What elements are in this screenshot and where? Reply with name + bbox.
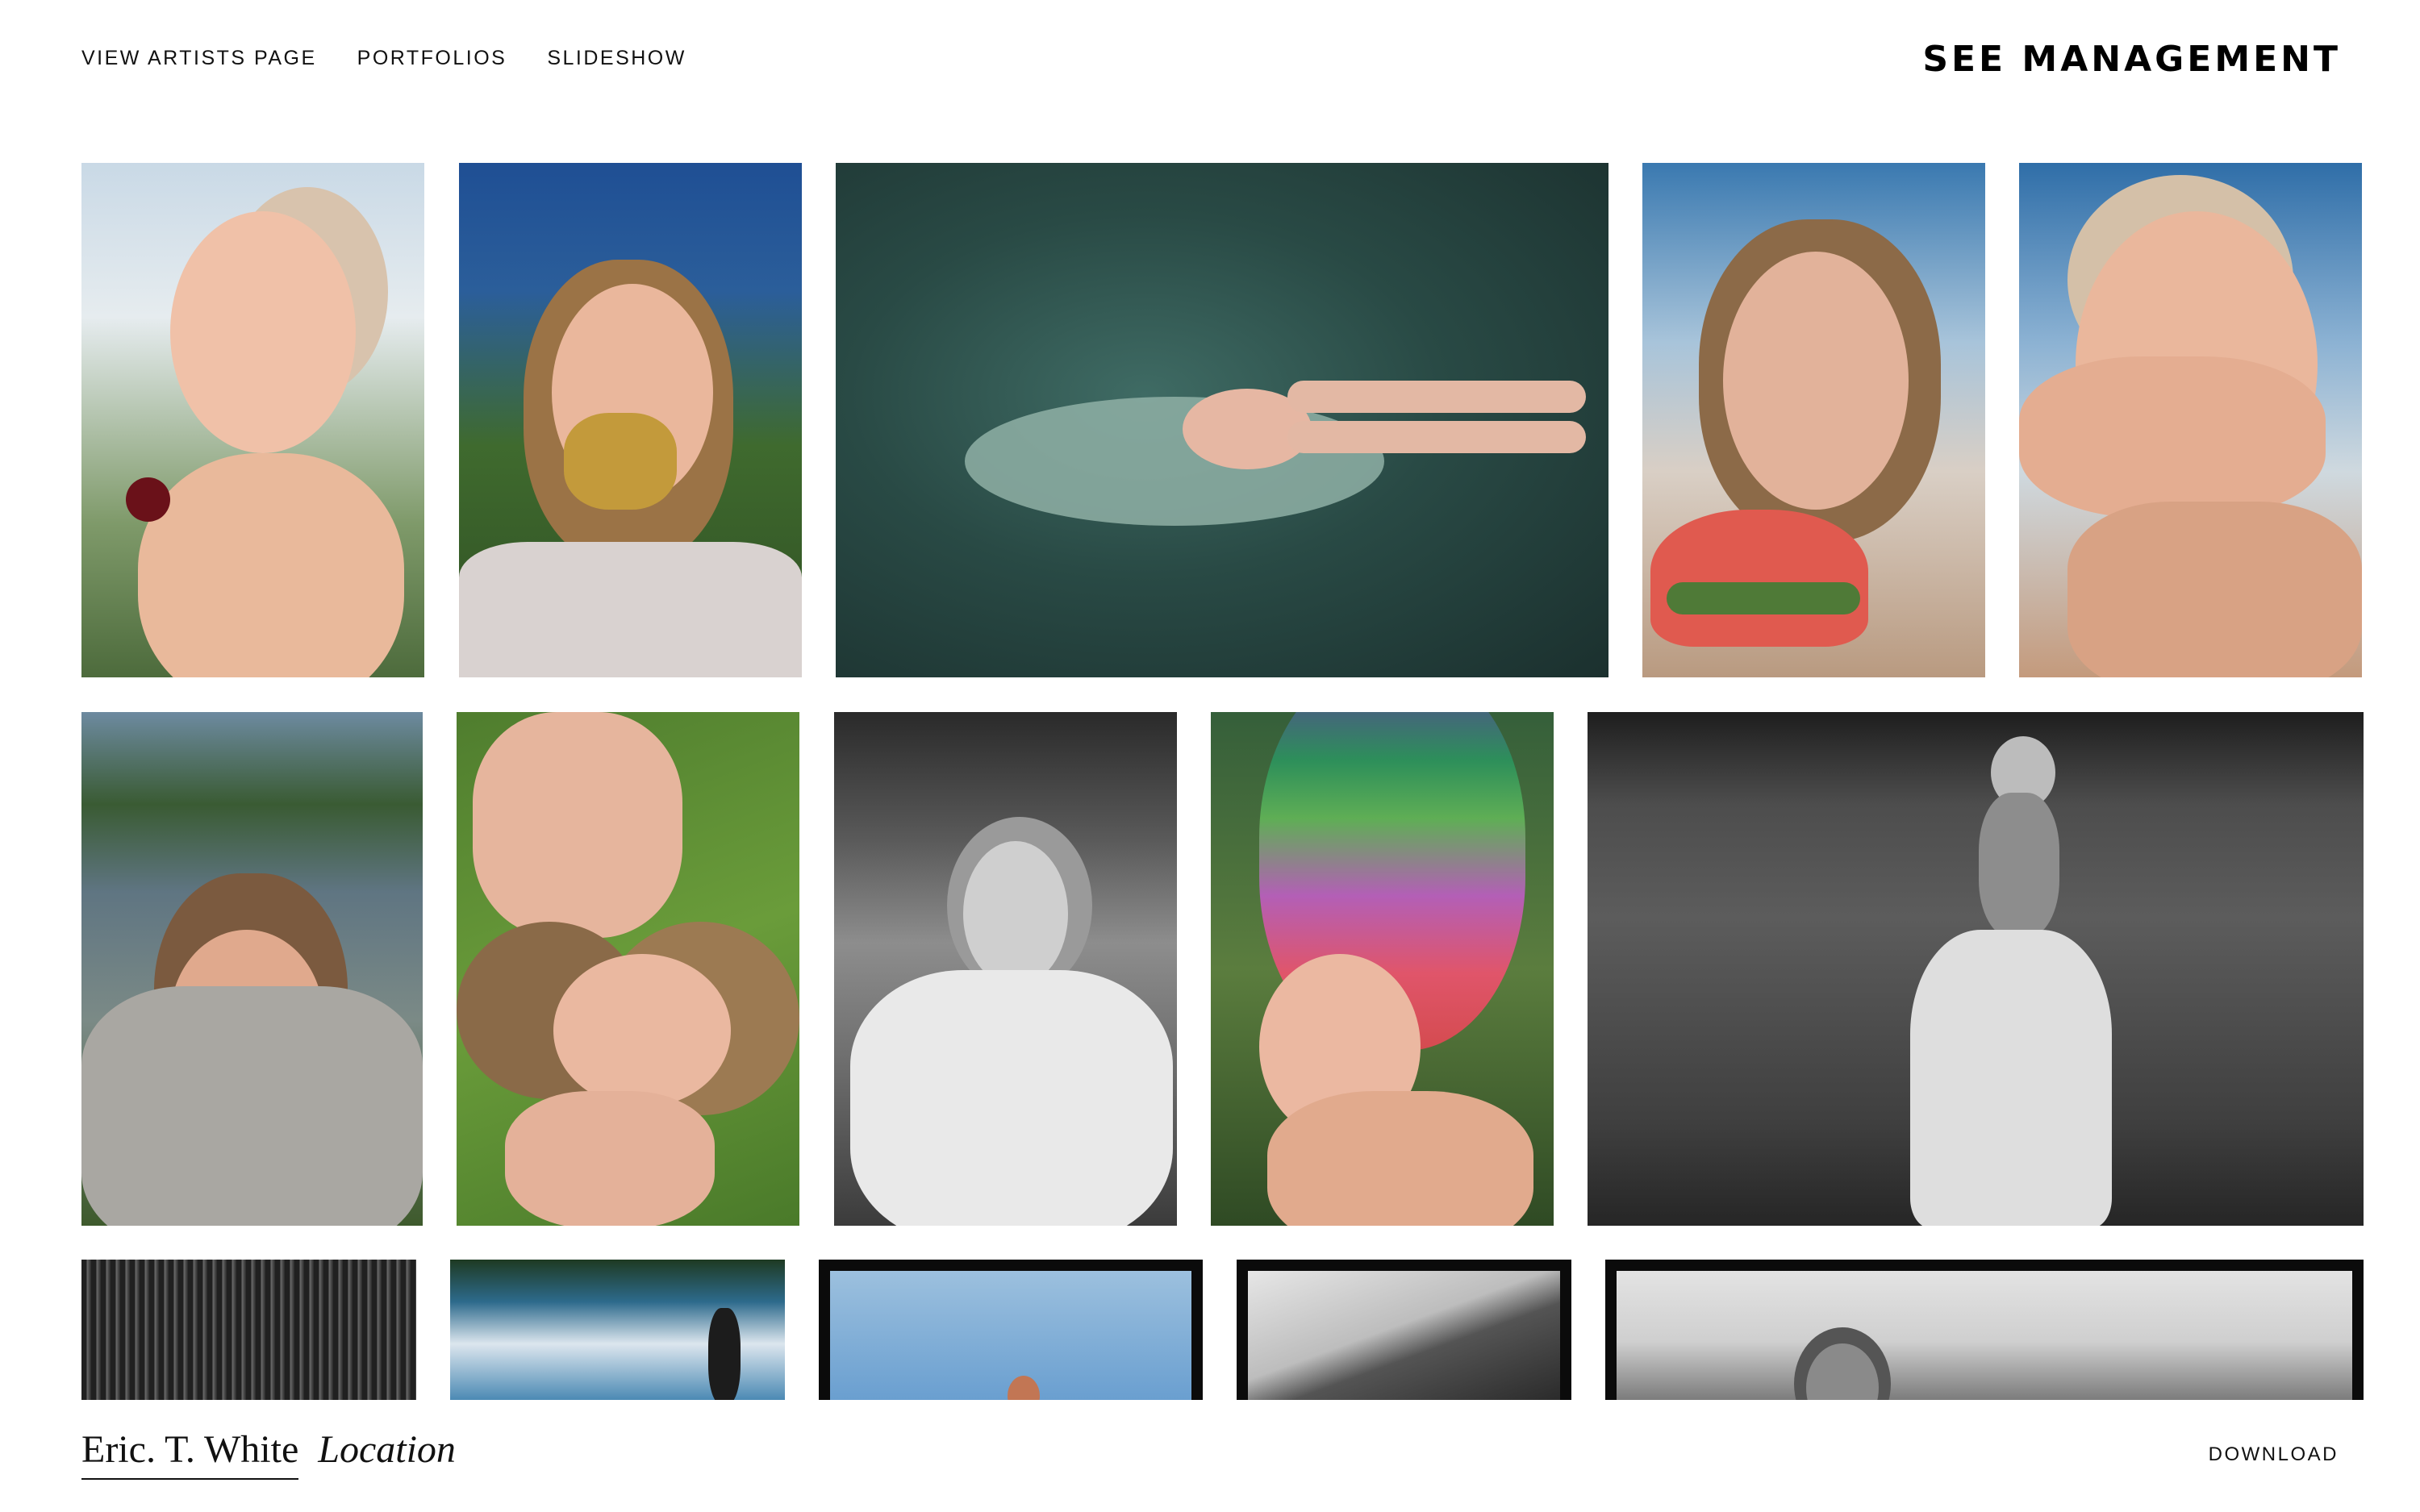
download-button[interactable]: DOWNLOAD: [2209, 1443, 2339, 1466]
portfolio-page: VIEW ARTISTS PAGE PORTFOLIOS SLIDESHOW S…: [0, 0, 2420, 1512]
top-navigation: VIEW ARTISTS PAGE PORTFOLIOS SLIDESHOW: [81, 47, 686, 70]
footer-artist-info: Eric. T. White Location: [81, 1427, 456, 1480]
location-label: Location: [318, 1428, 456, 1471]
gallery-image-watermelon[interactable]: [1642, 163, 1985, 677]
gallery-image-grass-pair[interactable]: [457, 712, 799, 1226]
gallery-image-ruffle-dress[interactable]: [834, 712, 1177, 1226]
gallery-image-sky[interactable]: [450, 1260, 785, 1400]
nav-slideshow[interactable]: SLIDESHOW: [547, 47, 686, 70]
brand-logo[interactable]: SEE MANAGEMENT: [1922, 39, 2341, 80]
gallery-image-hand-mouth[interactable]: [2019, 163, 2362, 677]
artist-name-link[interactable]: Eric. T. White: [81, 1427, 299, 1480]
gallery-image-hills[interactable]: [1237, 1260, 1571, 1400]
gallery-image-lake-knit[interactable]: [81, 712, 423, 1226]
gallery-image-outstretched[interactable]: [819, 1260, 1203, 1400]
gallery-image-tall-grass[interactable]: [81, 1260, 416, 1400]
nav-portfolios[interactable]: PORTFOLIOS: [357, 47, 507, 70]
gallery-image-tulle-skirt[interactable]: [1588, 712, 2364, 1226]
gallery-image-desert-portrait[interactable]: [1605, 1260, 2364, 1400]
nav-view-artists-page[interactable]: VIEW ARTISTS PAGE: [81, 47, 317, 70]
gallery-image-floating[interactable]: [836, 163, 1608, 677]
gallery-image-butterfly[interactable]: [459, 163, 802, 677]
gallery-image-rainbow-hood[interactable]: [1211, 712, 1554, 1226]
gallery-image-cherry[interactable]: [81, 163, 424, 677]
